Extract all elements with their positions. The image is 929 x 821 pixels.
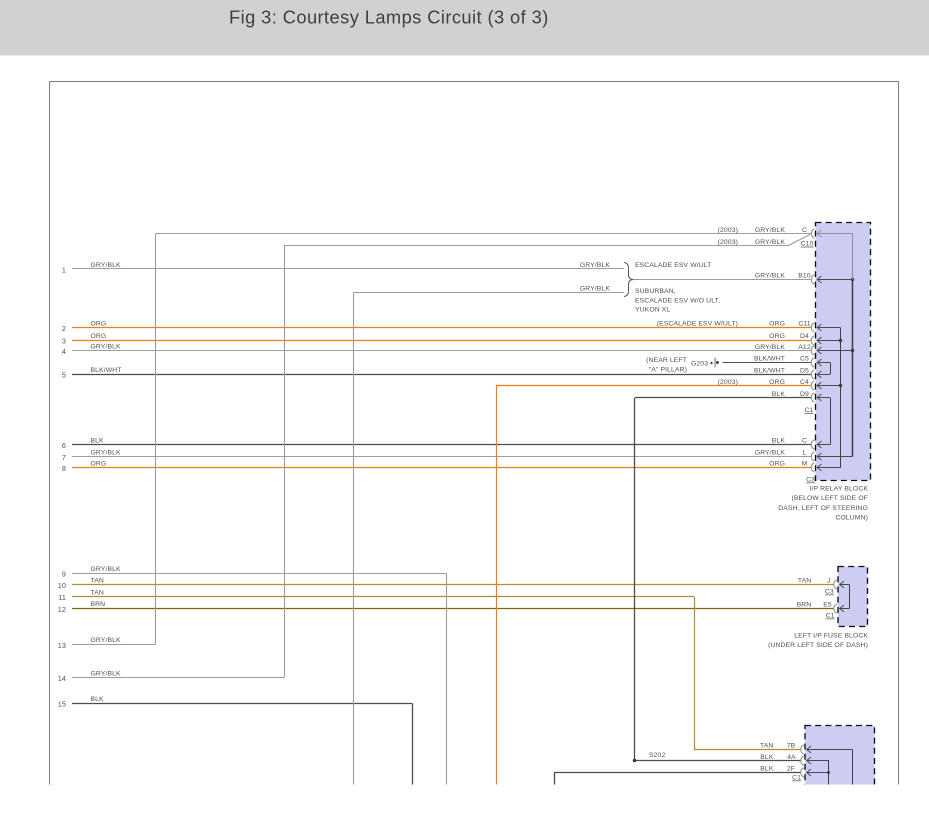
svg-text:C4: C4 [800, 379, 809, 386]
svg-text:C1: C1 [826, 613, 835, 620]
svg-text:BLK: BLK [772, 438, 786, 445]
svg-text:ESCALADE ESV W/ULT: ESCALADE ESV W/ULT [635, 262, 711, 269]
svg-text:J: J [827, 578, 831, 585]
svg-text:G203: G203 [691, 361, 708, 368]
svg-text:YUKON XL: YUKON XL [635, 307, 670, 314]
svg-text:SUBURBAN,: SUBURBAN, [635, 288, 676, 295]
svg-text:14: 14 [58, 674, 66, 683]
svg-text:Fig 3: Courtesy Lamps Circuit: Fig 3: Courtesy Lamps Circuit (3 of 3) [229, 6, 549, 27]
svg-text:GRY/BLK: GRY/BLK [755, 344, 786, 351]
svg-text:M: M [802, 461, 808, 468]
svg-text:C5: C5 [800, 356, 809, 363]
svg-text:E5: E5 [823, 602, 832, 609]
svg-text:2: 2 [62, 324, 66, 333]
svg-text:C3: C3 [806, 477, 815, 484]
svg-text:LEFT I/P FUSE BLOCK: LEFT I/P FUSE BLOCK [794, 633, 868, 640]
svg-text:12: 12 [58, 605, 66, 614]
svg-text:C1: C1 [792, 775, 801, 782]
svg-text:BLK/WHT: BLK/WHT [754, 356, 785, 363]
svg-text:9: 9 [62, 570, 66, 579]
svg-text:(ESCALADE ESV W/ULT): (ESCALADE ESV W/ULT) [657, 321, 738, 328]
svg-text:BLK: BLK [772, 391, 786, 398]
svg-text:GRY/BLK: GRY/BLK [91, 344, 122, 351]
svg-text:GRY/BLK: GRY/BLK [580, 262, 611, 269]
svg-text:(2003): (2003) [718, 239, 738, 246]
svg-text:GRY/BLK: GRY/BLK [91, 637, 122, 644]
svg-text:(UNDER LEFT SIDE OF DASH): (UNDER LEFT SIDE OF DASH) [768, 642, 868, 649]
svg-text:ORG: ORG [769, 321, 785, 328]
svg-text:8: 8 [62, 464, 66, 473]
svg-text:ORG: ORG [91, 460, 107, 467]
svg-text:TAN: TAN [760, 743, 773, 750]
svg-text:(NEAR LEFT: (NEAR LEFT [646, 357, 687, 364]
svg-text:BLK: BLK [760, 754, 774, 761]
svg-text:GRY/BLK: GRY/BLK [755, 239, 786, 246]
svg-text:ORG: ORG [91, 320, 107, 327]
svg-text:L: L [803, 450, 807, 457]
svg-text:C11: C11 [798, 321, 810, 328]
svg-text:I/P RELAY BLOCK: I/P RELAY BLOCK [810, 486, 869, 493]
svg-text:D9: D9 [800, 391, 809, 398]
svg-text:GRY/BLK: GRY/BLK [755, 450, 786, 457]
svg-text:GRY/BLK: GRY/BLK [755, 227, 786, 234]
svg-text:D4: D4 [800, 333, 809, 340]
svg-text:(2003): (2003) [718, 227, 738, 234]
svg-text:C3: C3 [825, 589, 834, 596]
svg-text:ORG: ORG [91, 333, 107, 340]
svg-text:13: 13 [58, 641, 66, 650]
svg-text:10: 10 [58, 581, 66, 590]
svg-text:4A: 4A [787, 754, 796, 761]
svg-text:GRY/BLK: GRY/BLK [91, 262, 122, 269]
svg-text:GRY/BLK: GRY/BLK [91, 670, 122, 677]
svg-text:BLK: BLK [91, 696, 105, 703]
svg-text:D5: D5 [800, 367, 809, 374]
svg-text:GRY/BLK: GRY/BLK [91, 566, 122, 573]
svg-text:ORG: ORG [769, 379, 785, 386]
svg-text:C1: C1 [805, 407, 814, 414]
svg-text:1: 1 [62, 265, 66, 274]
svg-text:B10: B10 [798, 273, 811, 280]
svg-text:C10: C10 [801, 241, 814, 248]
svg-text:DASH, LEFT OF STEERING: DASH, LEFT OF STEERING [778, 505, 868, 512]
svg-text:TAN: TAN [798, 578, 811, 585]
svg-text:7: 7 [62, 453, 66, 462]
svg-text:GRY/BLK: GRY/BLK [91, 449, 122, 456]
svg-text:GRY/BLK: GRY/BLK [580, 285, 611, 292]
svg-text:S202: S202 [649, 752, 665, 759]
svg-text:6: 6 [62, 441, 66, 450]
svg-text:4: 4 [62, 347, 66, 356]
svg-text:C: C [802, 438, 807, 445]
svg-text:TAN: TAN [91, 590, 104, 597]
svg-text:C: C [802, 227, 807, 234]
svg-text:"A" PILLAR): "A" PILLAR) [649, 367, 687, 374]
svg-text:ORG: ORG [769, 461, 785, 468]
svg-text:7B: 7B [787, 743, 796, 750]
svg-text:COLUMN): COLUMN) [835, 515, 868, 522]
svg-text:5: 5 [62, 371, 66, 380]
svg-text:BLK: BLK [91, 437, 105, 444]
svg-text:BRN: BRN [797, 602, 812, 609]
svg-text:3: 3 [62, 336, 66, 345]
svg-text:2F: 2F [787, 766, 795, 773]
svg-text:(2003): (2003) [718, 379, 738, 386]
svg-text:(BELOW LEFT SIDE OF: (BELOW LEFT SIDE OF [791, 495, 868, 502]
svg-text:11: 11 [58, 593, 66, 602]
svg-text:TAN: TAN [91, 577, 104, 584]
svg-text:BRN: BRN [91, 601, 106, 608]
svg-text:BLK/WHT: BLK/WHT [91, 367, 122, 374]
svg-text:GRY/BLK: GRY/BLK [755, 273, 786, 280]
svg-text:BLK: BLK [760, 766, 774, 773]
svg-text:A12: A12 [798, 344, 811, 351]
svg-text:ORG: ORG [769, 333, 785, 340]
svg-text:BLK/WHT: BLK/WHT [754, 367, 785, 374]
svg-text:15: 15 [58, 700, 66, 709]
svg-text:ESCALADE ESV W/O ULT,: ESCALADE ESV W/O ULT, [635, 297, 720, 304]
